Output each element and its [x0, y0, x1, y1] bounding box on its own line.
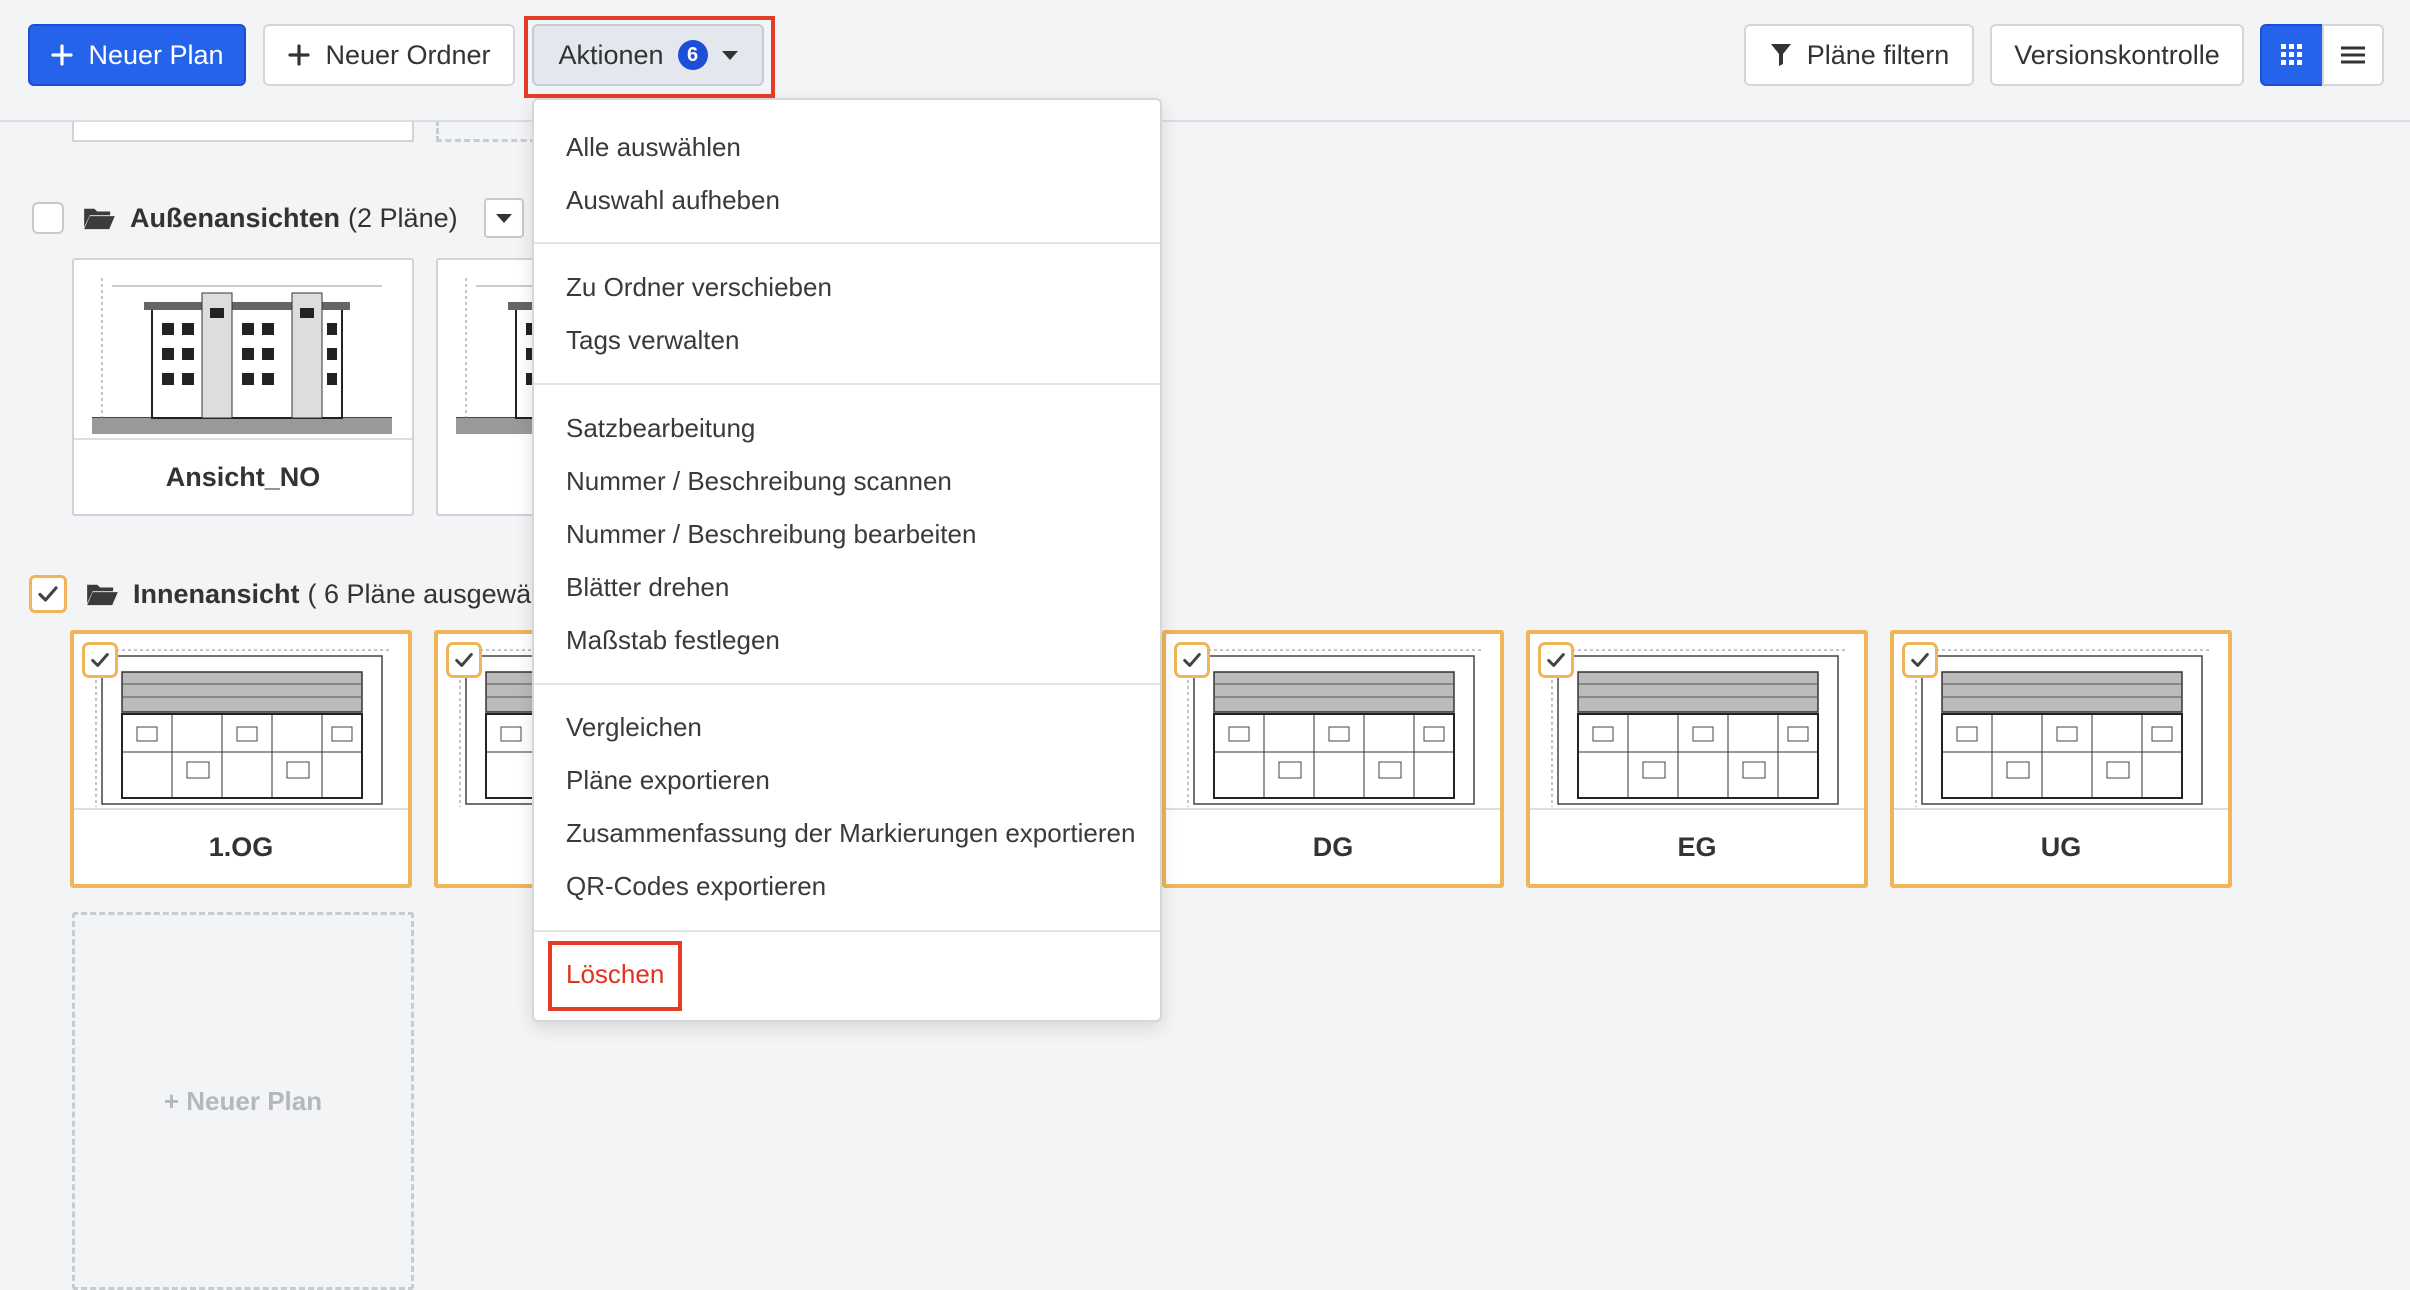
plan-thumbnail — [82, 268, 402, 438]
new-plan-button[interactable]: Neuer Plan — [28, 24, 246, 86]
plan-card[interactable]: DG — [1162, 630, 1504, 888]
checkmark-icon — [89, 649, 111, 671]
plan-thumbnail — [1174, 642, 1494, 812]
plan-checkbox[interactable] — [1538, 642, 1574, 678]
checkmark-icon — [36, 582, 60, 606]
plan-checkbox[interactable] — [82, 642, 118, 678]
new-folder-button[interactable]: Neuer Ordner — [263, 24, 515, 86]
filter-icon — [1770, 44, 1791, 66]
plan-title: Ansicht_NO — [74, 438, 412, 514]
new-plan-placeholder[interactable]: + Neuer Plan — [72, 912, 414, 1290]
menu-item-export-markup-summary[interactable]: Zusammenfassung der Markierungen exporti… — [566, 818, 1135, 849]
menu-item-select-all[interactable]: Alle auswählen — [566, 132, 741, 163]
caret-down-icon — [721, 50, 738, 60]
checkmark-icon — [1181, 649, 1203, 671]
filter-plans-button[interactable]: Pläne filtern — [1744, 24, 1974, 86]
menu-item-export-qr-codes[interactable]: QR-Codes exportieren — [566, 871, 826, 902]
new-folder-label: Neuer Ordner — [325, 39, 491, 70]
folder-open-icon — [82, 205, 116, 231]
folder-name: Außenansichten — [130, 202, 341, 233]
menu-item-scan-number[interactable]: Nummer / Beschreibung scannen — [566, 466, 952, 497]
menu-divider — [534, 930, 1160, 932]
toolbar: Neuer Plan Neuer Ordner Aktionen 6 Pläne… — [0, 0, 2410, 122]
plan-thumbnail — [1902, 642, 2222, 812]
selection-count-badge: 6 — [677, 40, 708, 70]
actions-label: Aktionen — [558, 39, 664, 70]
plan-checkbox[interactable] — [446, 642, 482, 678]
menu-item-deselect[interactable]: Auswahl aufheben — [566, 185, 780, 216]
menu-divider — [534, 683, 1160, 685]
checkmark-icon — [453, 649, 475, 671]
folder-checkbox[interactable] — [32, 202, 64, 234]
new-plan-placeholder-label: + Neuer Plan — [163, 1085, 323, 1116]
plan-card[interactable]: UG — [1890, 630, 2232, 888]
checkmark-icon — [1909, 649, 1931, 671]
folder-name: Innenansicht — [133, 578, 300, 609]
plan-thumbnail — [82, 642, 402, 812]
plan-checkbox[interactable] — [1174, 642, 1210, 678]
list-icon — [2341, 46, 2365, 64]
actions-button[interactable]: Aktionen 6 — [532, 24, 764, 86]
menu-item-export-plans[interactable]: Pläne exportieren — [566, 765, 770, 796]
grid-icon — [2281, 44, 2302, 65]
plan-title: UG — [1894, 808, 2228, 884]
plan-title: DG — [1166, 808, 1500, 884]
folder-checkbox[interactable] — [29, 575, 67, 613]
plus-icon — [288, 44, 311, 66]
list-view-button[interactable] — [2322, 24, 2384, 86]
menu-item-manage-tags[interactable]: Tags verwalten — [566, 325, 739, 356]
filter-plans-label: Pläne filtern — [1806, 39, 1950, 70]
checkmark-icon — [1545, 649, 1567, 671]
folder-header-exterior: Außenansichten (2 Pläne) — [32, 192, 524, 244]
actions-dropdown-menu: Alle auswählen Auswahl aufheben Zu Ordne… — [532, 98, 1162, 1022]
version-control-label: Versionskontrolle — [2014, 39, 2220, 70]
plan-card[interactable]: 1.OG — [70, 630, 412, 888]
plan-card[interactable]: Ansicht_NO — [72, 258, 414, 516]
new-plan-label: Neuer Plan — [88, 39, 224, 70]
version-control-button[interactable]: Versionskontrolle — [1990, 24, 2244, 86]
plans-content: Außenansichten (2 Pläne) Ansicht_NO Inne… — [0, 112, 2410, 1290]
menu-divider — [534, 242, 1160, 244]
grid-view-button[interactable] — [2260, 24, 2324, 86]
plan-card[interactable]: EG — [1526, 630, 1868, 888]
plan-title: EG — [1530, 808, 1864, 884]
plan-title: 1.OG — [74, 808, 408, 884]
menu-divider — [534, 383, 1160, 385]
folder-dropdown-button[interactable] — [483, 198, 524, 238]
caret-down-icon — [495, 213, 512, 223]
menu-item-rotate-sheets[interactable]: Blätter drehen — [566, 572, 729, 603]
menu-item-edit-number[interactable]: Nummer / Beschreibung bearbeiten — [566, 519, 976, 550]
menu-item-set-scale[interactable]: Maßstab festlegen — [566, 625, 780, 656]
menu-item-move-to-folder[interactable]: Zu Ordner verschieben — [566, 272, 832, 303]
menu-item-delete[interactable]: Löschen — [566, 959, 664, 990]
plan-thumbnail — [1538, 642, 1858, 812]
folder-header-interior: Innenansicht ( 6 Pläne ausgewählt ) — [29, 568, 576, 620]
folder-open-icon — [85, 581, 119, 607]
menu-item-batch-edit[interactable]: Satzbearbeitung — [566, 413, 755, 444]
plan-checkbox[interactable] — [1902, 642, 1938, 678]
plus-icon — [51, 44, 74, 66]
menu-item-compare[interactable]: Vergleichen — [566, 712, 702, 743]
folder-count: (2 Pläne) — [348, 202, 458, 233]
